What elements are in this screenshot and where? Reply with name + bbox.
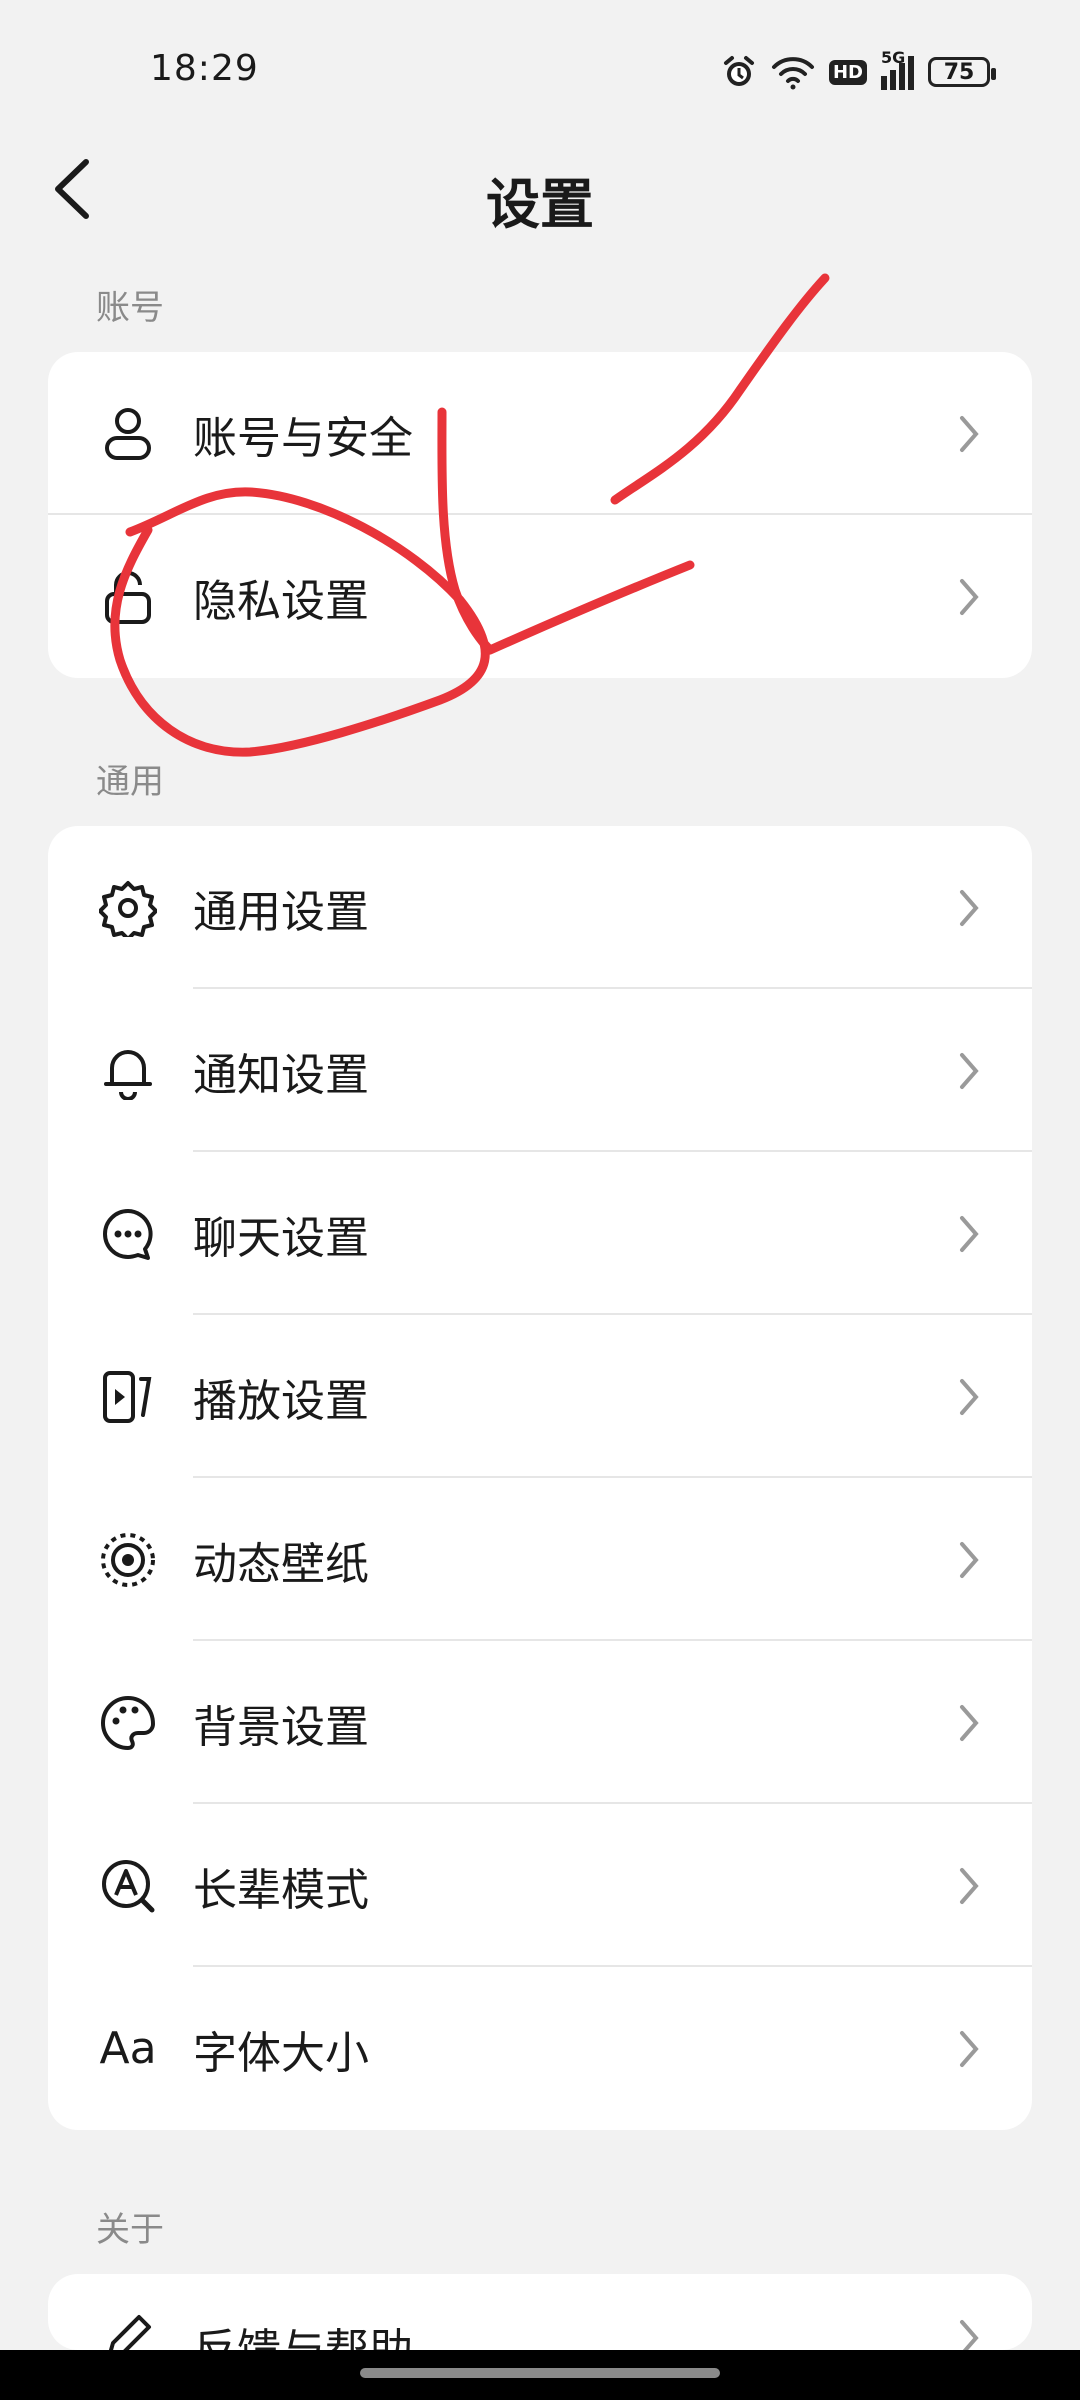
- chevron-right-icon: [960, 1541, 979, 1578]
- row-label: 背景设置: [193, 1701, 369, 1753]
- general-card: 通用设置 通知设置 聊天设置 播放设置 动态壁纸 背景设置 长辈模式 Aa 字体…: [48, 826, 1032, 2130]
- row-label: 通用设置: [193, 886, 369, 938]
- chevron-right-icon: [960, 578, 979, 615]
- settings-row-playback[interactable]: 播放设置: [48, 1315, 1032, 1478]
- gesture-bar: [0, 2350, 1080, 2400]
- chevron-right-icon: [960, 415, 979, 452]
- gear-icon: [98, 878, 158, 938]
- settings-row-elder-mode[interactable]: 长辈模式: [48, 1804, 1032, 1967]
- chevron-right-icon: [960, 1052, 979, 1089]
- user-icon: [98, 404, 158, 464]
- chat-bubble-icon: [98, 1204, 158, 1264]
- section-label-general: 通用: [96, 762, 164, 802]
- settings-row-live-wallpaper[interactable]: 动态壁纸: [48, 1478, 1032, 1641]
- status-time: 18:29: [150, 48, 259, 89]
- page-title: 设置: [486, 173, 594, 236]
- play-screen-icon: [98, 1367, 158, 1427]
- wifi-icon: [771, 57, 814, 90]
- settings-row-feedback[interactable]: 反馈与帮助: [48, 2274, 1032, 2350]
- alarm-icon: [723, 56, 754, 86]
- account-card: 账号与安全 隐私设置: [48, 352, 1032, 678]
- status-icons: HD 5G 75: [721, 48, 996, 94]
- row-label: 长辈模式: [193, 1864, 369, 1916]
- chevron-right-icon: [960, 1704, 979, 1741]
- settings-row-font-size[interactable]: Aa 字体大小: [48, 1967, 1032, 2130]
- section-label-account: 账号: [96, 288, 164, 328]
- row-label: 账号与安全: [193, 412, 413, 464]
- target-icon: [98, 1530, 158, 1590]
- battery-indicator: 75: [928, 57, 996, 87]
- row-label: 反馈与帮助: [193, 2314, 413, 2350]
- row-label: 通知设置: [193, 1049, 369, 1101]
- settings-row-account-security[interactable]: 账号与安全: [48, 352, 1032, 515]
- settings-row-chat[interactable]: 聊天设置: [48, 1152, 1032, 1315]
- network-type: 5G: [881, 48, 906, 67]
- lock-icon: [98, 567, 158, 627]
- chevron-right-icon: [960, 1215, 979, 1252]
- pen-icon: [98, 2308, 158, 2350]
- about-card: 反馈与帮助: [48, 2274, 1032, 2350]
- settings-row-privacy[interactable]: 隐私设置: [48, 515, 1032, 678]
- chevron-right-icon: [960, 889, 979, 926]
- bell-icon: [98, 1041, 158, 1101]
- section-label-about: 关于: [96, 2210, 164, 2250]
- chevron-right-icon: [960, 1867, 979, 1904]
- signal-5g-icon: 5G: [881, 48, 914, 90]
- nav-bar: 设置: [0, 140, 1080, 240]
- settings-row-background[interactable]: 背景设置: [48, 1641, 1032, 1804]
- row-label: 隐私设置: [193, 575, 369, 627]
- palette-icon: [98, 1693, 158, 1753]
- row-label: 字体大小: [193, 2027, 369, 2079]
- row-label: 动态壁纸: [193, 1538, 369, 1590]
- settings-row-general[interactable]: 通用设置: [48, 826, 1032, 989]
- elder-mode-icon: [98, 1856, 158, 1916]
- font-size-icon: Aa: [99, 2023, 157, 2074]
- hd-badge: HD: [828, 59, 867, 85]
- chevron-right-icon: [960, 1378, 979, 1415]
- status-bar: 18:29 HD 5G 75: [0, 0, 1080, 140]
- chevron-right-icon: [960, 2030, 979, 2067]
- row-label: 播放设置: [193, 1375, 369, 1427]
- settings-row-notification[interactable]: 通知设置: [48, 989, 1032, 1152]
- chevron-right-icon: [960, 2320, 979, 2350]
- row-label: 聊天设置: [193, 1212, 369, 1264]
- home-indicator[interactable]: [360, 2368, 720, 2378]
